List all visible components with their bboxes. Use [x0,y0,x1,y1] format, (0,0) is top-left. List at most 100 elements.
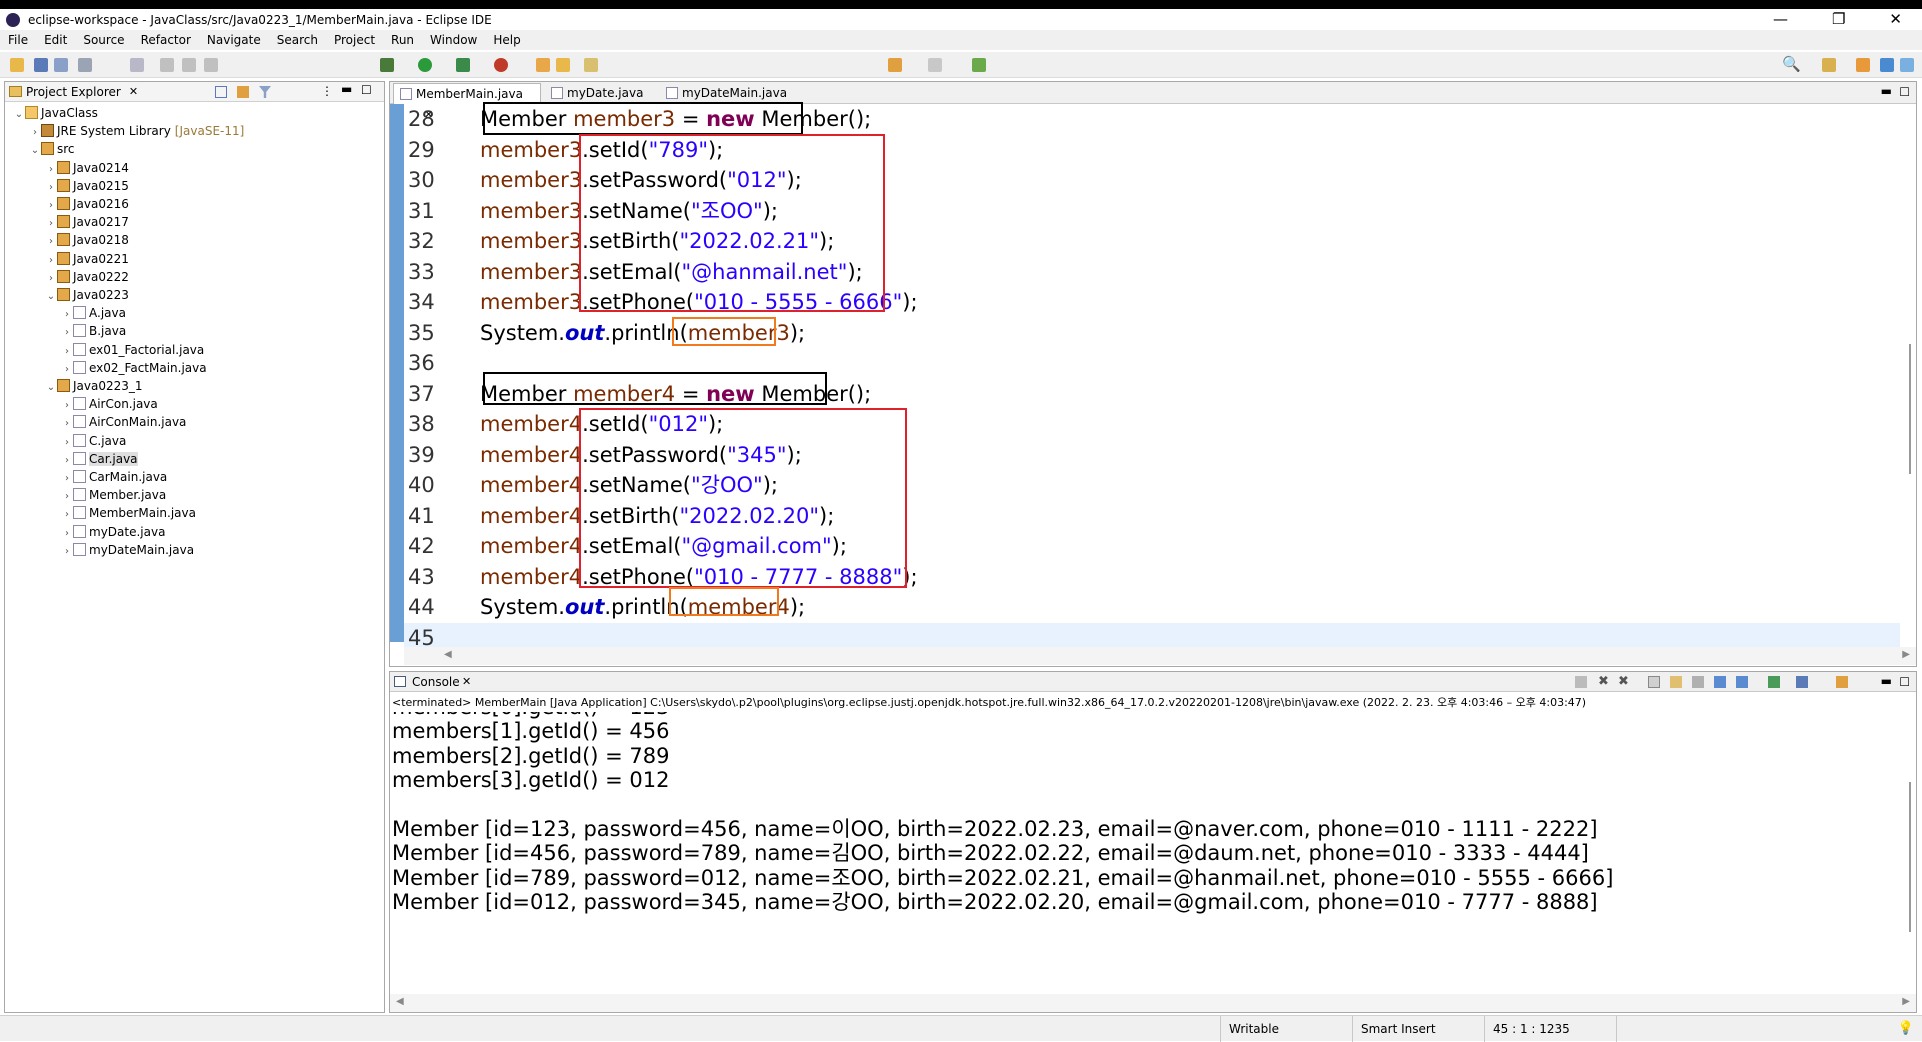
tab-mydate[interactable]: myDate.java [545,83,655,104]
menu-search[interactable]: Search [277,33,318,47]
resume-icon[interactable] [160,58,174,72]
tree-item[interactable]: › Car.java [61,450,138,468]
open-console-icon[interactable] [1836,676,1848,688]
scroll-lock-icon[interactable] [1670,676,1682,688]
chevron-down-icon[interactable]: ⌄ [45,288,57,306]
chevron-down-icon[interactable]: ⌄ [13,106,25,124]
tree-item[interactable]: ⌄ Java0223_1 [45,377,143,395]
search-icon[interactable]: 🔍 [1782,55,1801,73]
menu-edit[interactable]: Edit [44,33,67,47]
menu-file[interactable]: File [8,33,28,47]
run-icon[interactable] [418,58,432,72]
maximize-view-icon[interactable]: ☐ [1899,85,1910,99]
tree-item[interactable]: › Java0221 [45,250,129,268]
tree-item[interactable]: › Java0222 [45,268,129,286]
close-button[interactable]: ✕ [1889,9,1902,29]
close-icon[interactable]: ✕ [129,85,138,98]
tree-item[interactable]: › A.java [61,304,126,322]
tree-item[interactable]: ⌄ Java0223 [45,286,129,304]
tab-mydatemain[interactable]: myDateMain.java [660,83,800,104]
open-type-icon[interactable] [556,58,570,72]
tree-item[interactable]: › myDate.java [61,523,165,541]
notification-icon[interactable]: 💡 [1898,1021,1914,1036]
menu-navigate[interactable]: Navigate [207,33,261,47]
tree-item[interactable]: › CarMain.java [61,468,167,486]
minimize-view-icon[interactable]: ▬ [1881,674,1892,688]
tree-item[interactable]: › AirCon.java [61,395,158,413]
save-all-icon[interactable] [54,58,68,72]
minimize-view-icon[interactable]: ▬ [1881,84,1892,98]
menu-window[interactable]: Window [430,33,477,47]
external-tools-icon[interactable] [494,58,508,72]
tree-item[interactable]: › B.java [61,322,126,340]
open-perspective-icon[interactable] [1822,58,1836,72]
tree-item[interactable]: ⌄ JavaClass [13,104,98,122]
menu-project[interactable]: Project [334,33,375,47]
menu-run[interactable]: Run [391,33,414,47]
suspend-icon[interactable] [182,58,196,72]
clear-console-icon[interactable] [1648,676,1660,688]
debug-icon[interactable] [380,58,394,72]
print-icon[interactable] [78,58,92,72]
tree-item[interactable]: › JRE System Library [JavaSE-11] [29,122,244,140]
menu-help[interactable]: Help [493,33,520,47]
java-ee-perspective-icon[interactable] [1856,58,1870,72]
filter-icon[interactable] [259,86,271,98]
console-vertical-scrollbar[interactable] [1904,712,1916,994]
editor-vertical-scrollbar[interactable] [1904,104,1916,644]
display-console-icon[interactable] [1796,676,1808,688]
tree-item[interactable]: › MemberMain.java [61,504,196,522]
menu-source[interactable]: Source [83,33,124,47]
terminate-icon[interactable] [1575,676,1587,688]
view-menu-icon[interactable]: ⋮ [321,84,333,98]
forward-icon[interactable] [928,58,942,72]
tree-item[interactable]: ⌄ src [29,140,75,158]
chevron-down-icon[interactable]: ⌄ [45,379,57,397]
tree-item[interactable]: › ex02_FactMain.java [61,359,207,377]
java-perspective-icon[interactable] [1880,58,1894,72]
tree-item[interactable]: › Java0214 [45,159,129,177]
tree-item[interactable]: › ex01_Factorial.java [61,341,204,359]
tab-membermain[interactable]: MemberMain.java ✕ [393,83,541,121]
tree-item[interactable]: › Java0217 [45,213,129,231]
coverage-icon[interactable] [456,58,470,72]
link-editor-icon[interactable] [237,86,249,98]
collapse-all-icon[interactable] [215,86,227,98]
minimize-button[interactable]: — [1773,9,1788,29]
save-icon[interactable] [34,58,48,72]
new-icon[interactable] [10,58,24,72]
remove-all-icon[interactable]: ✖ [1618,674,1629,689]
tree-item[interactable]: › Java0218 [45,231,129,249]
minimize-view-icon[interactable]: ▬ [341,82,352,96]
tree-item[interactable]: › Java0216 [45,195,129,213]
console-horizontal-scrollbar[interactable]: ◀ ▶ [390,994,1916,1012]
maximize-view-icon[interactable]: ☐ [1899,675,1910,689]
console-title[interactable]: Console [412,675,460,689]
console-output[interactable]: members[0].getId() = 123members[1].getId… [390,712,1900,987]
word-wrap-icon[interactable] [1692,676,1704,688]
tree-item[interactable]: › Java0215 [45,177,129,195]
tree-item[interactable]: › C.java [61,432,126,450]
terminate-icon[interactable] [204,58,218,72]
editor-horizontal-scrollbar[interactable]: ◀ ▶ [404,647,1916,665]
close-icon[interactable]: ✕ [462,675,471,688]
debug-perspective-icon[interactable] [1900,58,1914,72]
tree-item[interactable]: › AirConMain.java [61,413,186,431]
maximize-button[interactable]: ❐ [1832,9,1845,29]
skip-breakpoints-icon[interactable] [130,58,144,72]
remove-launch-icon[interactable]: ✖ [1598,674,1609,689]
project-explorer-title[interactable]: Project Explorer [26,85,121,99]
show-stderr-icon[interactable] [1736,676,1748,688]
chevron-right-icon[interactable]: › [61,543,73,561]
new-java-project-icon[interactable] [536,58,550,72]
back-icon[interactable] [888,58,902,72]
show-stdout-icon[interactable] [1714,676,1726,688]
chevron-down-icon[interactable]: ⌄ [29,142,41,160]
menu-refactor[interactable]: Refactor [141,33,191,47]
pin-console-icon[interactable] [1768,676,1780,688]
tree-item[interactable]: › Member.java [61,486,166,504]
search-tool-icon[interactable] [584,58,598,72]
tree-item[interactable]: › myDateMain.java [61,541,194,559]
perspective-icon[interactable] [972,58,986,72]
maximize-view-icon[interactable]: ☐ [361,83,372,97]
